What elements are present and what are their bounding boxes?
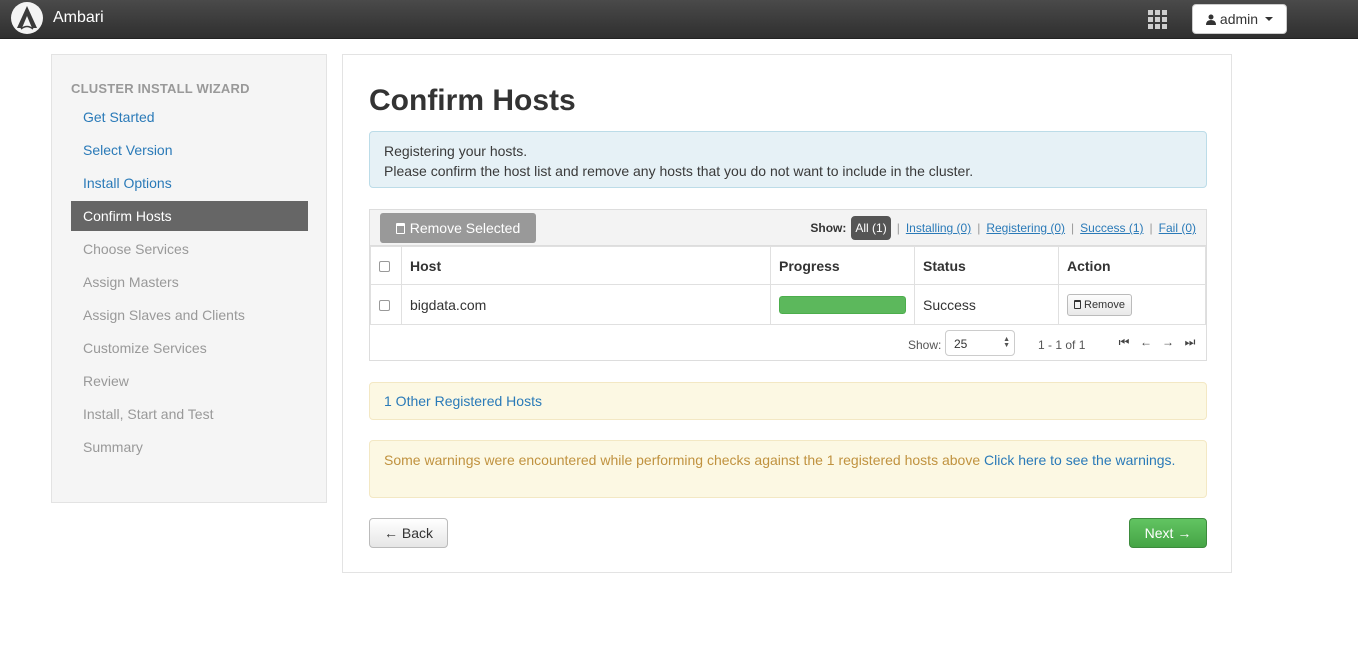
step-review: Review [83, 373, 129, 389]
last-page-icon[interactable]: ⏭ [1183, 335, 1197, 349]
status-filters: Show: All (1) | Installing (0) | Registe… [810, 215, 1196, 241]
progress-cell [770, 284, 915, 325]
info-alert: Registering your hosts. Please confirm t… [369, 131, 1207, 188]
step-choose-services: Choose Services [83, 241, 189, 257]
table-header-row: Host Progress Status Action [370, 246, 1206, 285]
info-line-1: Registering your hosts. [384, 143, 528, 159]
step-select-version[interactable]: Select Version [71, 135, 308, 168]
row-select-cell [370, 284, 402, 325]
ambari-logo-icon[interactable] [11, 2, 43, 34]
filter-separator: | [977, 221, 981, 235]
row-checkbox[interactable] [379, 300, 390, 312]
warning-text: Some warnings were encountered while per… [384, 452, 984, 468]
filter-all[interactable]: All (1) [851, 216, 891, 240]
pager-show-label: Show: [908, 338, 942, 352]
filter-separator: | [896, 221, 900, 235]
brand-name[interactable]: Ambari [53, 9, 104, 27]
main-panel: Confirm Hosts Registering your hosts. Pl… [342, 54, 1232, 573]
table-pager: Show: 25 ▲ ▼ 1 - 1 of 1 ⏮ ← → ⏭ [370, 326, 1206, 360]
remove-host-label: Remove [1084, 298, 1125, 311]
user-name: admin [1219, 11, 1259, 27]
user-menu-button[interactable]: admin [1192, 4, 1287, 34]
wizard-title: CLUSTER INSTALL WIZARD [71, 81, 250, 96]
column-header-progress[interactable]: Progress [770, 246, 915, 285]
filter-separator: | [1071, 221, 1075, 235]
select-all-cell [370, 246, 402, 285]
column-header-status[interactable]: Status [914, 246, 1059, 285]
caret-down-icon [1265, 17, 1274, 21]
wizard-sidebar: CLUSTER INSTALL WIZARD Get Started Selec… [51, 54, 327, 503]
warnings-alert: Some warnings were encountered while per… [369, 440, 1207, 498]
filter-success[interactable]: Success (1) [1080, 221, 1143, 235]
column-header-host[interactable]: Host [401, 246, 771, 285]
progress-bar-fill [779, 295, 906, 314]
pager-range: 1 - 1 of 1 [1038, 338, 1086, 352]
other-hosts-alert: 1 Other Registered Hosts [369, 382, 1207, 420]
filter-show-label: Show: [810, 221, 847, 235]
step-confirm-hosts[interactable]: Confirm Hosts [71, 201, 308, 231]
see-warnings-link[interactable]: Click here to see the warnings. [984, 452, 1175, 468]
next-page-icon[interactable]: → [1161, 335, 1175, 349]
remove-host-button[interactable]: Remove [1067, 293, 1132, 316]
user-icon [1205, 14, 1216, 25]
filter-separator: | [1149, 221, 1153, 235]
trash-icon [395, 222, 405, 234]
step-customize-services: Customize Services [83, 340, 207, 356]
host-name: bigdata.com [401, 284, 771, 325]
select-all-checkbox[interactable] [379, 261, 390, 273]
filter-fail[interactable]: Fail (0) [1159, 221, 1196, 235]
page-size-value: 25 [954, 337, 968, 351]
previous-page-icon[interactable]: ← [1139, 335, 1153, 349]
step-summary: Summary [83, 439, 143, 455]
grid-icon[interactable] [1148, 10, 1167, 29]
select-arrows-icon: ▲ ▼ [1003, 336, 1010, 349]
other-registered-hosts-link[interactable]: 1 Other Registered Hosts [384, 393, 542, 409]
remove-selected-label: Remove Selected [409, 220, 521, 236]
wizard-steps: Get Started Select Version Install Optio… [71, 102, 308, 465]
info-line-2: Please confirm the host list and remove … [384, 163, 974, 179]
progress-bar [779, 295, 906, 314]
hosts-table: Host Progress Status Action bigdata.com … [370, 246, 1206, 325]
top-navbar: Ambari admin [0, 0, 1358, 39]
action-cell: Remove [1058, 284, 1206, 325]
step-install-options[interactable]: Install Options [71, 168, 308, 201]
host-status: Success [914, 284, 1059, 325]
hosts-toolbar: Remove Selected Show: All (1) | Installi… [370, 210, 1206, 246]
back-button[interactable]: ← Back [369, 518, 448, 548]
filter-installing[interactable]: Installing (0) [906, 221, 971, 235]
page-title: Confirm Hosts [369, 84, 576, 117]
filter-registering[interactable]: Registering (0) [986, 221, 1065, 235]
step-install-start-test: Install, Start and Test [83, 406, 214, 422]
step-assign-slaves: Assign Slaves and Clients [83, 307, 245, 323]
step-get-started[interactable]: Get Started [71, 102, 308, 135]
trash-icon [1074, 300, 1081, 309]
next-button[interactable]: Next → [1129, 518, 1207, 548]
remove-selected-button[interactable]: Remove Selected [380, 213, 536, 243]
column-header-action: Action [1058, 246, 1206, 285]
table-row: bigdata.com Success Remove [370, 284, 1206, 325]
hosts-table-box: Remove Selected Show: All (1) | Installi… [369, 209, 1207, 361]
page-size-select[interactable]: 25 ▲ ▼ [945, 330, 1015, 356]
first-page-icon[interactable]: ⏮ [1117, 335, 1131, 349]
step-assign-masters: Assign Masters [83, 274, 179, 290]
